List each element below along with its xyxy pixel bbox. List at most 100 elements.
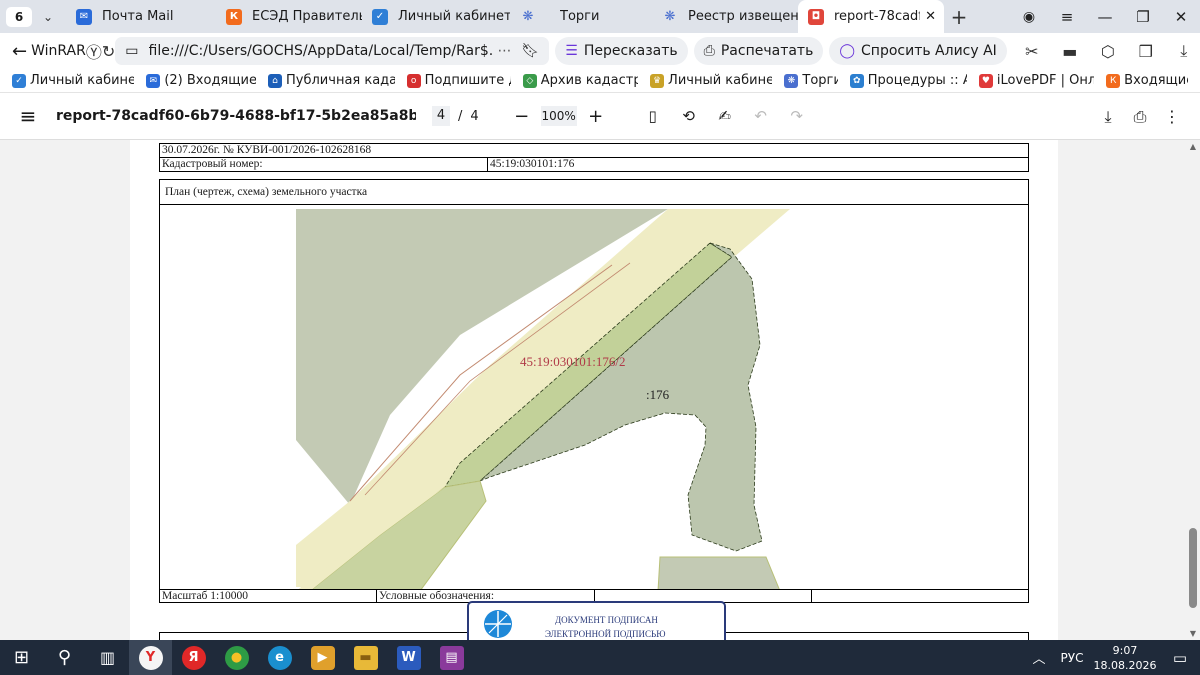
tab-count-button[interactable]: 6 xyxy=(6,6,32,27)
bookmark-favicon-icon: ✉ xyxy=(146,73,161,88)
clock-time: 9:07 xyxy=(1112,643,1138,657)
back-button[interactable]: ← WinRAR xyxy=(0,41,86,62)
vertical-scrollbar[interactable]: ▲ ▼ xyxy=(1186,140,1200,640)
tab-torgi[interactable]: ❋ Торги xyxy=(510,0,652,33)
taskbar-app-edge[interactable]: e xyxy=(258,640,301,675)
bookmark-item[interactable]: ✉(2) Входящие - Пс xyxy=(146,73,256,88)
rotate-icon[interactable]: ⟲ xyxy=(671,107,707,125)
clock-date: 18.08.2026 xyxy=(1093,658,1157,672)
toolbar-icons: ✂ ▬ ⬡ ❒ ⤓ xyxy=(1013,41,1200,61)
zoom-in-button[interactable]: + xyxy=(577,106,615,127)
download-icon[interactable]: ⤓ xyxy=(1165,41,1200,61)
downloads-tray-icon[interactable]: ▬ xyxy=(1051,42,1089,61)
menu-icon[interactable]: ≡ xyxy=(1048,8,1086,26)
bookmark-item[interactable]: ♛ Личный кабинет xyxy=(650,73,772,88)
start-button[interactable]: ⊞ xyxy=(0,640,43,675)
bookmark-item[interactable]: К Входящие xyxy=(1106,73,1188,88)
folder-icon: ▬ xyxy=(353,645,378,670)
bottom-parcel xyxy=(657,556,780,589)
profile-avatar[interactable]: ◉ xyxy=(1010,9,1048,25)
mail-icon: ✉ xyxy=(76,8,92,25)
tab-notices-registry[interactable]: ❋ Реестр извещений xyxy=(652,0,798,33)
page-total: 4 xyxy=(470,108,479,124)
retell-button[interactable]: ☰ Пересказать xyxy=(555,37,688,65)
media-icon: ▶ xyxy=(310,645,335,670)
bookmark-favicon-icon: ♥ xyxy=(978,73,993,88)
bookmark-item[interactable]: ✿Процедуры :: Акт xyxy=(849,73,967,88)
zoom-out-button[interactable]: − xyxy=(503,106,541,127)
scrollbar-thumb[interactable] xyxy=(1189,528,1197,608)
bookmarks-bar: ✓ Личный кабинет ✉(2) Входящие - Пс ⌂Публ… xyxy=(0,69,1200,93)
bookmark-item[interactable]: ❋ Торги xyxy=(784,73,838,88)
extensions-icon[interactable]: ⬡ xyxy=(1089,42,1127,61)
taskbar-app-winrar[interactable]: ▤ xyxy=(430,640,473,675)
bookmark-icon[interactable]: 🔖︎ xyxy=(522,43,540,59)
minimize-icon[interactable]: — xyxy=(1086,8,1124,26)
bookmark-item[interactable]: ◇Архив кадастров xyxy=(522,73,638,88)
scale-cell: Масштаб 1:10000 xyxy=(159,589,377,603)
taskbar-app-chrome[interactable]: ● xyxy=(215,640,258,675)
bookmark-label: iLovePDF | Онлай xyxy=(996,73,1095,88)
zoom-level-field[interactable]: 100% xyxy=(540,106,577,126)
taskbar-app-yandex-browser[interactable]: Y xyxy=(129,640,172,675)
url-text[interactable]: file:///C:/Users/GOCHS/AppData/Local/Tem… xyxy=(149,43,492,59)
notifications-icon[interactable]: ▭ xyxy=(1160,649,1200,667)
taskbar-app-explorer[interactable]: ▬ xyxy=(344,640,387,675)
bookmark-favicon-icon: o xyxy=(406,73,421,88)
print-icon: ⎙ xyxy=(703,43,715,59)
annotate-icon[interactable]: ✍ xyxy=(707,107,743,125)
signature-logo-icon xyxy=(484,610,512,638)
tab-report-pdf[interactable]: ◘ report-78cadf60- ✕ xyxy=(798,0,944,33)
tab-mail[interactable]: ✉ Почта Mail xyxy=(66,0,216,33)
print-button[interactable]: ⎙ Распечатать xyxy=(693,37,824,65)
winrar-icon: ▤ xyxy=(439,645,464,670)
undo-icon[interactable]: ↶ xyxy=(743,107,779,125)
chevron-down-icon[interactable]: ⌄ xyxy=(36,10,60,24)
torgi-icon: ❋ xyxy=(522,9,534,24)
land-plot-map-svg: 45:19:030101:176/2 :176 xyxy=(296,209,790,589)
tab-esed[interactable]: К ЕСЭД Правительства xyxy=(216,0,362,33)
page-number-input[interactable]: 4 xyxy=(432,106,450,126)
print-pdf-icon[interactable]: ⎙ xyxy=(1124,107,1156,127)
bookmark-item[interactable]: ✓ Личный кабинет xyxy=(12,73,134,88)
url-field[interactable]: ▭ file:///C:/Users/GOCHS/AppData/Local/T… xyxy=(115,37,550,65)
bookmark-label: Подпишите доку xyxy=(424,73,511,88)
clock[interactable]: 9:07 18.08.2026 xyxy=(1090,643,1160,673)
close-tab-icon[interactable]: ✕ xyxy=(925,9,936,24)
yandex-icon[interactable]: Ⓨ xyxy=(86,39,102,63)
taskbar-app-media[interactable]: ▶ xyxy=(301,640,344,675)
more-options-icon[interactable]: ⋮ xyxy=(1156,107,1188,126)
fit-page-icon[interactable]: ▯ xyxy=(635,107,671,125)
taskbar-app-word[interactable]: W xyxy=(387,640,430,675)
land-plot-map: 45:19:030101:176/2 :176 xyxy=(159,204,1029,590)
new-tab-button[interactable]: + xyxy=(944,5,974,29)
collections-icon[interactable]: ❒ xyxy=(1127,42,1165,61)
bookmark-item[interactable]: ♥iLovePDF | Онлай xyxy=(978,73,1095,88)
bookmark-item[interactable]: oПодпишите доку xyxy=(406,73,511,88)
menu-icon[interactable]: ≡ xyxy=(0,104,56,128)
tab-personal-account[interactable]: ✓ Личный кабинет xyxy=(362,0,510,33)
tab-label: Почта Mail xyxy=(102,9,174,24)
scroll-up-icon[interactable]: ▲ xyxy=(1186,142,1200,151)
chevron-up-icon[interactable]: ︿ xyxy=(1024,648,1054,667)
reload-icon[interactable]: ↻ xyxy=(102,42,115,61)
bookmark-favicon-icon: ✿ xyxy=(849,73,864,88)
search-icon[interactable]: ⚲ xyxy=(43,640,86,675)
pdf-viewer[interactable]: 30.07.2026г. № КУВИ-001/2026-102628168 К… xyxy=(0,140,1186,640)
task-view-icon[interactable]: ▥ xyxy=(86,640,129,675)
bookmark-favicon-icon: ✓ xyxy=(12,73,26,88)
taskbar-app-yandex[interactable]: Я xyxy=(172,640,215,675)
ask-alice-button[interactable]: ◯ Спросить Алису AI xyxy=(829,37,1007,65)
bookmark-item[interactable]: ⌂ Публичная кадас xyxy=(268,73,395,88)
download-pdf-icon[interactable]: ⤓ xyxy=(1092,107,1124,127)
alice-icon: ◯ xyxy=(839,43,856,59)
scroll-down-icon[interactable]: ▼ xyxy=(1186,629,1200,638)
restore-icon[interactable]: ❐ xyxy=(1124,8,1162,26)
redo-icon[interactable]: ↷ xyxy=(779,107,815,125)
close-window-icon[interactable]: ✕ xyxy=(1162,8,1200,26)
cadastral-number-value: 45:19:030101:176 xyxy=(487,157,1029,172)
tools-icon[interactable]: ✂ xyxy=(1013,42,1051,61)
language-indicator[interactable]: РУС xyxy=(1054,651,1090,665)
more-icon[interactable]: ⋯ xyxy=(498,43,512,59)
bookmark-label: Торги xyxy=(802,73,838,88)
